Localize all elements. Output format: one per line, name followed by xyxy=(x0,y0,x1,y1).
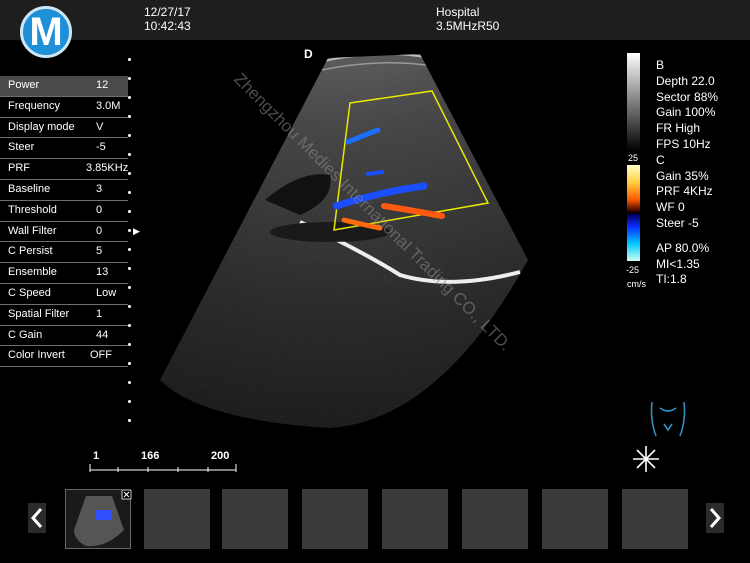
thumbnail-slot[interactable] xyxy=(222,489,288,549)
param-label: Wall Filter xyxy=(8,224,57,237)
param-row-wall-filter[interactable]: Wall Filter 0 xyxy=(0,222,128,243)
param-value: 0 xyxy=(96,203,103,216)
thumbnail-slot[interactable] xyxy=(622,489,688,549)
param-value: OFF xyxy=(90,349,112,362)
param-row-baseline[interactable]: Baseline 3 xyxy=(0,180,128,201)
info-line: AP 80.0% xyxy=(656,240,710,255)
param-label: C Speed xyxy=(8,286,51,299)
scale-label: 166 xyxy=(141,450,160,462)
param-row-color-invert[interactable]: Color Invert OFF xyxy=(0,346,128,368)
param-value: 12 xyxy=(96,79,109,91)
param-label: Spatial Filter xyxy=(8,307,70,320)
info-line: Steer -5 xyxy=(656,215,699,230)
thumbnail-slot[interactable] xyxy=(462,489,528,549)
param-label: C Gain xyxy=(8,328,43,341)
param-value: 1 xyxy=(96,307,103,320)
param-label: Power xyxy=(8,79,40,91)
info-line: TI:1.8 xyxy=(656,272,687,287)
param-row-frequency[interactable]: Frequency 3.0M xyxy=(0,97,128,118)
info-line: Gain 35% xyxy=(656,168,709,183)
info-line: C xyxy=(656,152,665,167)
color-scale-bottom: -25 xyxy=(626,265,640,275)
focus-marker-icon[interactable]: ▶ xyxy=(133,226,140,237)
param-label: Ensemble xyxy=(8,266,57,279)
param-row-threshold[interactable]: Threshold 0 xyxy=(0,201,128,222)
param-label: Steer xyxy=(8,141,35,154)
thumbnail-slot[interactable] xyxy=(542,489,608,549)
gray-scale-bar xyxy=(627,53,640,151)
param-label: Baseline xyxy=(8,182,51,195)
param-row-ensemble[interactable]: Ensemble 13 xyxy=(0,263,128,284)
next-arrow-button[interactable] xyxy=(706,503,724,533)
scale-label: 200 xyxy=(211,450,230,462)
param-label: Display mode xyxy=(8,120,75,133)
param-label: Frequency xyxy=(8,99,60,112)
param-value: 44 xyxy=(96,328,109,341)
info-line: PRF 4KHz xyxy=(656,184,713,199)
freeze-snowflake-icon xyxy=(633,446,659,472)
param-row-steer[interactable]: Steer -5 xyxy=(0,138,128,160)
info-line: B xyxy=(656,58,665,72)
param-row-c-persist[interactable]: C Persist 5 xyxy=(0,242,128,264)
param-value: Low xyxy=(96,286,117,299)
info-line: Sector 88% xyxy=(656,89,719,104)
param-row-display-mode[interactable]: Display mode V xyxy=(0,118,128,139)
param-value: 13 xyxy=(96,266,109,279)
param-row-spatial-filter[interactable]: Spatial Filter 1 xyxy=(0,305,128,326)
param-label: Color Invert xyxy=(8,349,65,362)
info-line: Depth 22.0 xyxy=(656,73,715,88)
scale-label: 1 xyxy=(93,450,100,462)
color-scale-unit: cm/s xyxy=(627,279,646,289)
param-label: C Persist xyxy=(8,245,53,258)
info-line: MI<1.35 xyxy=(656,256,700,271)
color-scale-bar xyxy=(627,165,640,261)
info-line: WF 0 xyxy=(656,200,685,215)
info-line: FPS 10Hz xyxy=(656,136,711,151)
param-value: -5 xyxy=(96,141,106,154)
info-line: FR High xyxy=(656,121,701,136)
parameter-list: Power 12 Frequency 3.0M Display mode V Stee… xyxy=(0,76,128,368)
param-row-power[interactable]: Power 12 xyxy=(0,76,128,97)
param-value: 0 xyxy=(96,224,103,237)
info-panel: B Depth 22.0 Sector 88% Gain 100% FR Hig… xyxy=(656,58,718,288)
param-label: Threshold xyxy=(8,203,57,216)
orientation-marker: D xyxy=(304,47,313,61)
flow-blue-3 xyxy=(366,170,384,176)
param-row-c-gain[interactable]: C Gain 44 xyxy=(0,326,128,347)
color-scale-top: 25 xyxy=(628,153,639,163)
param-value: 3 xyxy=(96,182,103,195)
thumbnail-slot[interactable] xyxy=(382,489,448,549)
param-value: V xyxy=(96,120,104,133)
param-label: PRF xyxy=(8,162,30,175)
param-row-prf[interactable]: PRF 3.85KHz xyxy=(0,159,128,180)
measurement-scale: 1 166 200 xyxy=(88,450,240,474)
thumbnail-slot[interactable] xyxy=(144,489,210,549)
body-mark-icon xyxy=(650,401,686,437)
param-row-c-speed[interactable]: C Speed Low xyxy=(0,284,128,305)
param-value: 5 xyxy=(96,245,103,258)
prev-arrow-button[interactable] xyxy=(28,503,46,533)
info-line: Gain 100% xyxy=(656,105,716,120)
param-value: 3.0M xyxy=(96,99,121,112)
thumbnail-saved-image[interactable] xyxy=(65,489,132,549)
param-value: 3.85KHz xyxy=(86,162,129,175)
thumbnail-slot[interactable] xyxy=(302,489,368,549)
